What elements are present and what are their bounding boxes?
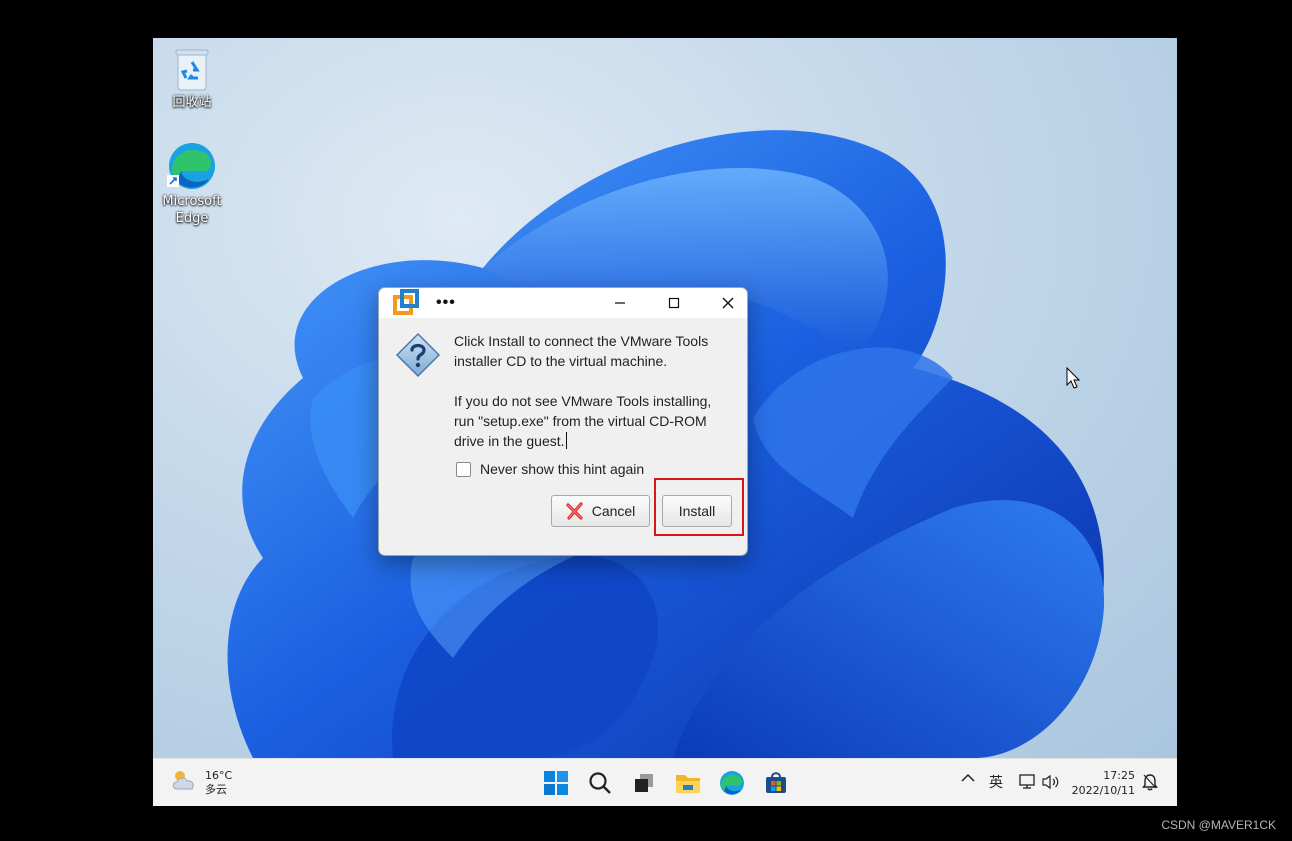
question-icon [395, 332, 441, 378]
dialog-titlebar[interactable]: ••• [379, 288, 747, 318]
cancel-label: Cancel [591, 503, 636, 519]
weather-widget[interactable]: 16°C 多云 [171, 769, 232, 797]
message-line-1: Click Install to connect the VMware Tool… [454, 333, 709, 369]
cancel-x-icon [566, 502, 583, 520]
start-icon [544, 771, 568, 795]
edge-icon [720, 771, 744, 795]
never-show-checkbox-row[interactable]: Never show this hint again [456, 461, 644, 477]
edge-icon [167, 143, 215, 189]
network-icon [1019, 774, 1035, 789]
weather-temperature: 16°C [205, 769, 233, 782]
maximize-icon [668, 297, 680, 309]
cloudy-weather-icon [172, 771, 194, 790]
message-line-2: If you do not see VMware Tools installin… [454, 393, 712, 449]
notification-button[interactable] [1142, 773, 1158, 791]
task-view-icon [635, 774, 653, 792]
cancel-button[interactable]: Cancel [551, 495, 650, 527]
network-volume-button[interactable] [1019, 773, 1061, 791]
store-icon [766, 772, 786, 793]
file-explorer-button[interactable] [673, 768, 703, 798]
taskbar: 16°C 多云 英 17:25 2022/10/11 [153, 758, 1177, 806]
desktop-icon-recycle-bin[interactable]: 回收站 [157, 48, 227, 111]
clock[interactable]: 17:25 2022/10/11 [1071, 768, 1135, 798]
file-explorer-icon [676, 775, 700, 793]
notification-bell-icon [1142, 774, 1158, 791]
clock-time: 17:25 [1103, 769, 1135, 782]
volume-icon [1042, 774, 1059, 790]
maximize-button[interactable] [651, 288, 697, 318]
task-view-button[interactable] [629, 768, 659, 798]
start-button[interactable] [541, 768, 571, 798]
watermark: CSDN @MAVER1CK [1161, 818, 1276, 832]
edge-taskbar-button[interactable] [717, 768, 747, 798]
vmware-logo-icon [393, 289, 419, 315]
install-highlight-box [654, 478, 744, 536]
ime-indicator[interactable]: 英 [989, 772, 1003, 792]
close-icon [722, 297, 734, 309]
dialog-message: Click Install to connect the VMware Tool… [454, 331, 734, 451]
text-caret [565, 432, 567, 449]
tray-overflow-button[interactable] [961, 773, 975, 783]
close-button[interactable] [705, 288, 747, 318]
chevron-up-icon [961, 773, 975, 782]
search-button[interactable] [585, 768, 615, 798]
desktop-icon-label: 回收站 [172, 95, 212, 110]
desktop-icon-label: Microsoft Edge [162, 194, 222, 226]
never-show-checkbox[interactable] [456, 461, 471, 477]
search-icon [589, 772, 611, 794]
minimize-button[interactable] [597, 288, 643, 318]
weather-description: 多云 [205, 783, 227, 796]
clock-date: 2022/10/11 [1071, 784, 1135, 797]
never-show-label[interactable]: Never show this hint again [480, 461, 644, 477]
desktop-icon-edge[interactable]: Microsoft Edge [157, 141, 227, 227]
minimize-icon [615, 302, 625, 304]
store-button[interactable] [761, 768, 791, 798]
ime-label: 英 [989, 775, 1003, 791]
dialog-title: ••• [436, 294, 456, 311]
mouse-cursor-icon [1066, 367, 1080, 389]
recycle-bin-icon [175, 49, 209, 91]
